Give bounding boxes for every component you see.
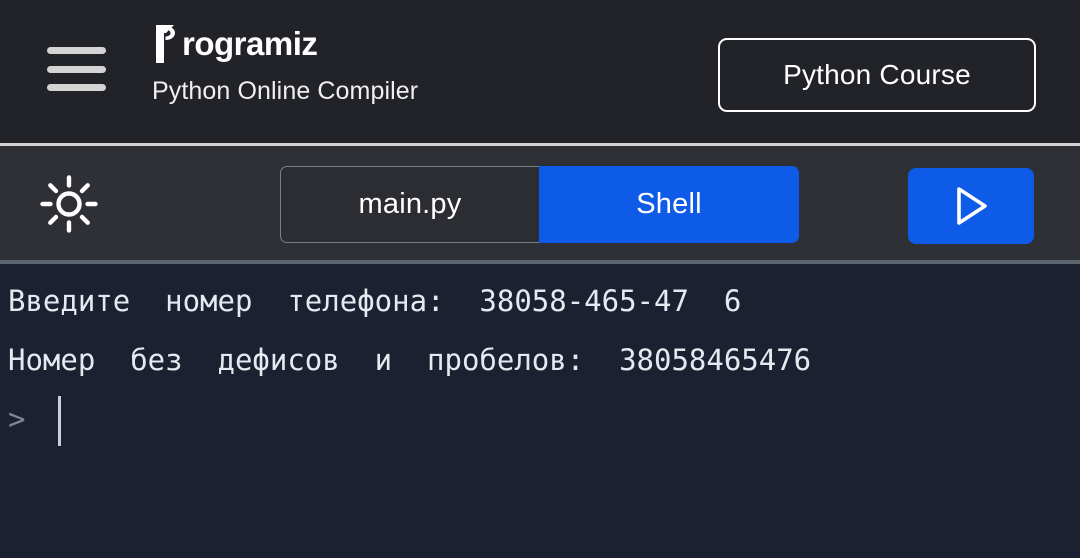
tab-main-py[interactable]: main.py	[280, 166, 540, 243]
tab-shell[interactable]: Shell	[539, 166, 799, 243]
console-output-line: Введите номер телефона: 38058-465-47 6	[8, 284, 742, 318]
sun-brightness-icon[interactable]	[38, 173, 100, 235]
hamburger-bar-1	[47, 47, 106, 54]
programiz-p-logo-icon	[152, 24, 182, 64]
hamburger-bar-2	[47, 65, 106, 73]
console-output-line: Номер без дефисов и пробелов: 3805846547…	[8, 343, 812, 377]
hamburger-bar-3	[47, 84, 106, 91]
run-button[interactable]	[908, 168, 1034, 244]
app-subtitle: Python Online Compiler	[152, 77, 419, 105]
hamburger-menu-icon[interactable]	[47, 47, 106, 91]
shell-input-line[interactable]: >	[8, 390, 1080, 449]
prompt-symbol: >	[8, 402, 26, 436]
brand-block[interactable]: rogramiz Python Online Compiler	[152, 24, 572, 106]
shell-output-panel[interactable]: Введите номер телефона: 38058-465-47 6 Н…	[0, 264, 1080, 558]
logo-wordmark: rogramiz	[182, 25, 318, 62]
file-tabs: main.py Shell	[280, 166, 799, 243]
play-triangle-icon	[950, 184, 992, 228]
logo-row: rogramiz	[152, 24, 572, 64]
app-header: rogramiz Python Online Compiler Python C…	[0, 0, 1080, 143]
python-course-button[interactable]: Python Course	[718, 38, 1036, 112]
programiz-python-online-compiler: rogramiz Python Online Compiler Python C…	[0, 0, 1080, 558]
text-cursor	[58, 395, 62, 446]
